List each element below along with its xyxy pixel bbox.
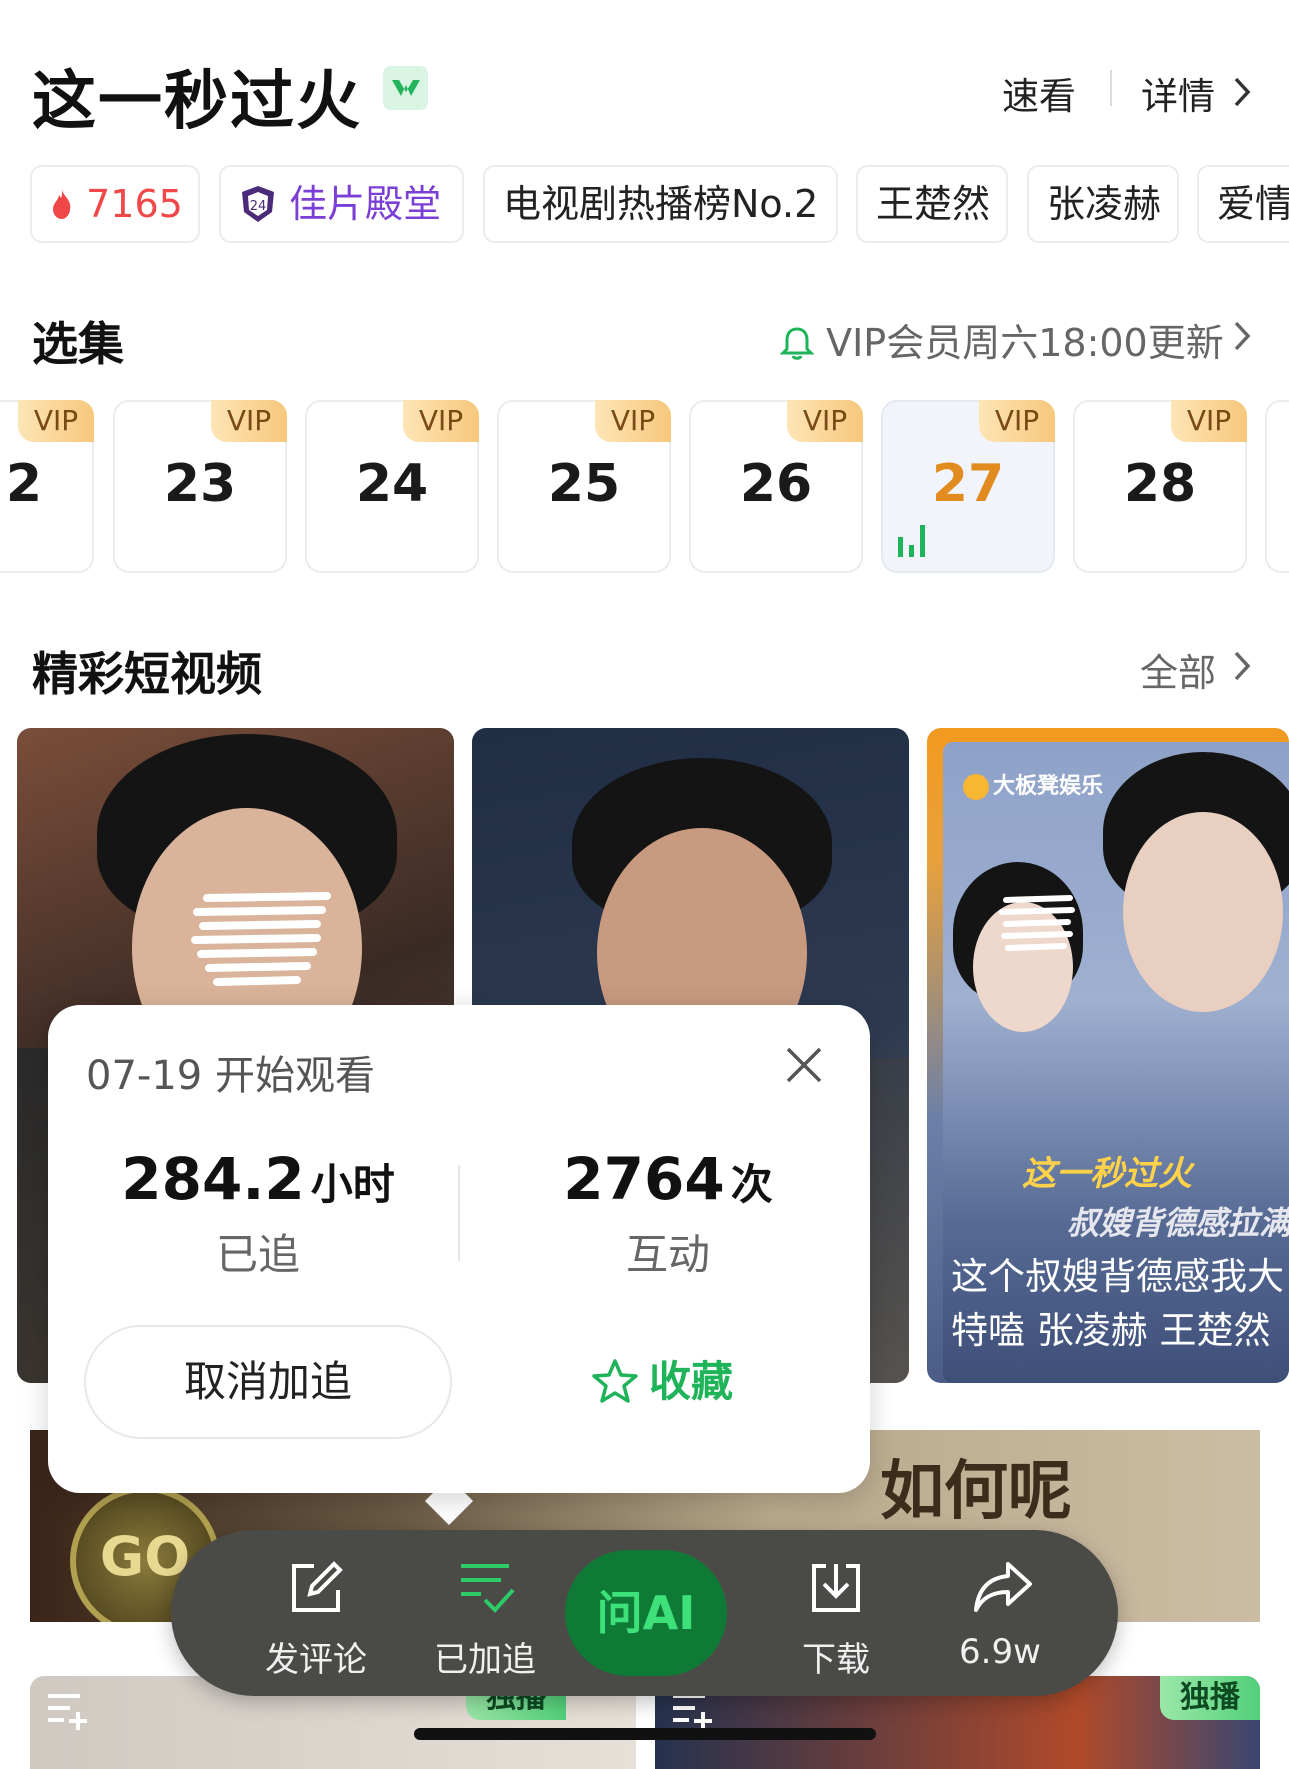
download-label: 下载 (802, 1640, 870, 1680)
banner-headline: 如何呢 (880, 1454, 1072, 1529)
vip-badge: VIP (595, 400, 671, 442)
share-arrow-icon (974, 1562, 1032, 1612)
comment-label: 发评论 (265, 1640, 367, 1680)
heat-tag[interactable]: 7165 (30, 165, 200, 243)
clip-caption: 这个叔嫂背德感我大 特嗑 张凌赫 王楚然 (951, 1255, 1284, 1352)
cancel-follow-button[interactable]: 取消加追 (84, 1325, 452, 1439)
brand-logo-icon (963, 774, 989, 800)
tag-row: 7165 24 佳片殿堂 电视剧热播榜No.2 王楚然 张凌赫 爱情 (30, 165, 1289, 243)
add-to-list-icon (48, 1694, 87, 1730)
followed-check-icon (461, 1564, 515, 1613)
episode-25[interactable]: 25 VIP (497, 400, 671, 573)
star-icon (592, 1358, 638, 1403)
vip-badge: VIP (403, 400, 479, 442)
chevron-right-icon (1234, 77, 1251, 107)
vip-badge: VIP (211, 400, 287, 442)
download-button[interactable]: 下载 (761, 1530, 911, 1696)
all-clips-link[interactable]: 全部 (1140, 642, 1216, 697)
follow-stats-popup: 07-19 开始观看 284.2 小时 已追 2764 次 互动 取消加追 收藏 (48, 1005, 870, 1493)
stat-divider (458, 1165, 460, 1261)
interactions-label: 互动 (625, 1230, 710, 1279)
interactions-value: 2764 (563, 1145, 725, 1213)
bottom-action-bar: 发评论 已加追 问AI 下载 6.9w (171, 1530, 1118, 1696)
episode-23[interactable]: 23 VIP (113, 400, 287, 573)
hours-value: 284.2 (121, 1145, 305, 1213)
share-count: 6.9w (959, 1632, 1041, 1672)
hall-label: 佳片殿堂 (289, 182, 442, 226)
vip-badge: VIP (787, 400, 863, 442)
poster-title: 这一秒过火 (1022, 1154, 1192, 1194)
redaction-scribble (191, 892, 331, 986)
vip-badge: VIP (979, 400, 1055, 442)
hall-of-fame-tag[interactable]: 24 佳片殿堂 (219, 165, 464, 243)
ask-ai-button[interactable]: 问AI (565, 1550, 727, 1676)
episode-22[interactable]: 2 VIP (0, 400, 94, 573)
exclusive-badge: 独播 (1160, 1676, 1260, 1720)
followed-label: 已加追 (434, 1640, 536, 1680)
clip-thumbnail-3[interactable]: 大板凳娱乐 这一秒过火 叔嫂背德感拉满 这个叔嫂背德感我大 特嗑 张凌赫 王楚然 (927, 728, 1289, 1383)
header: 这一秒过火 速看 详情 (0, 0, 1289, 160)
edit-comment-icon (292, 1561, 343, 1612)
quick-view-button[interactable]: 速看 (1002, 66, 1076, 120)
thumbnail-face (1123, 812, 1283, 1012)
close-icon[interactable] (784, 1045, 824, 1085)
play-badge-icon (383, 66, 428, 110)
poster-subtitle: 叔嫂背德感拉满 (1067, 1204, 1289, 1242)
svg-text:24: 24 (250, 199, 267, 214)
redaction-scribble (999, 895, 1075, 951)
share-button[interactable]: 6.9w (925, 1530, 1075, 1696)
genre-tag[interactable]: 爱情 (1197, 165, 1289, 243)
channel-brand: 大板凳娱乐 (963, 768, 1103, 800)
flame-icon (53, 189, 71, 219)
episode-28[interactable]: 28 VIP (1073, 400, 1247, 573)
ranking-tag[interactable]: 电视剧热播榜No.2 (483, 165, 838, 243)
episode-list: 2 VIP 23 VIP 24 VIP 25 VIP 26 VIP 27 VIP… (0, 400, 1289, 575)
vip-badge: VIP (18, 400, 94, 442)
hours-unit: 小时 (310, 1160, 395, 1209)
episodes-title: 选集 (32, 317, 124, 371)
home-indicator[interactable] (414, 1728, 876, 1740)
vip-badge: VIP (1171, 400, 1247, 442)
clips-title: 精彩短视频 (32, 647, 262, 701)
details-button[interactable]: 详情 (1141, 66, 1215, 120)
playing-bars-icon (898, 525, 925, 557)
heat-count: 7165 (86, 182, 183, 226)
episode-26[interactable]: 26 VIP (689, 400, 863, 573)
comment-button[interactable]: 发评论 (241, 1530, 391, 1696)
favorite-button[interactable]: 收藏 (478, 1325, 846, 1439)
download-icon (812, 1564, 860, 1612)
hours-label: 已追 (215, 1230, 300, 1279)
episode-next[interactable] (1265, 400, 1289, 573)
actor-tag-wang[interactable]: 王楚然 (856, 165, 1008, 243)
episode-24[interactable]: 24 VIP (305, 400, 479, 573)
update-note[interactable]: VIP会员周六18:00更新 (779, 312, 1224, 367)
add-to-list-icon (673, 1694, 712, 1730)
chevron-right-icon (1234, 651, 1251, 681)
header-divider (1110, 70, 1112, 106)
shield-badge-icon: 24 (242, 185, 274, 222)
episode-27-current[interactable]: 27 VIP (881, 400, 1055, 573)
interactions-unit: 次 (730, 1160, 773, 1209)
actor-tag-zhang[interactable]: 张凌赫 (1027, 165, 1179, 243)
chevron-right-icon (1234, 321, 1251, 351)
watch-start-date: 07-19 开始观看 (86, 1053, 375, 1099)
hours-stat: 284.2 小时 已追 (68, 1145, 448, 1282)
show-title: 这一秒过火 (32, 65, 362, 139)
interactions-stat: 2764 次 互动 (478, 1145, 858, 1282)
followed-button[interactable]: 已加追 (410, 1530, 560, 1696)
bell-icon (779, 326, 815, 360)
